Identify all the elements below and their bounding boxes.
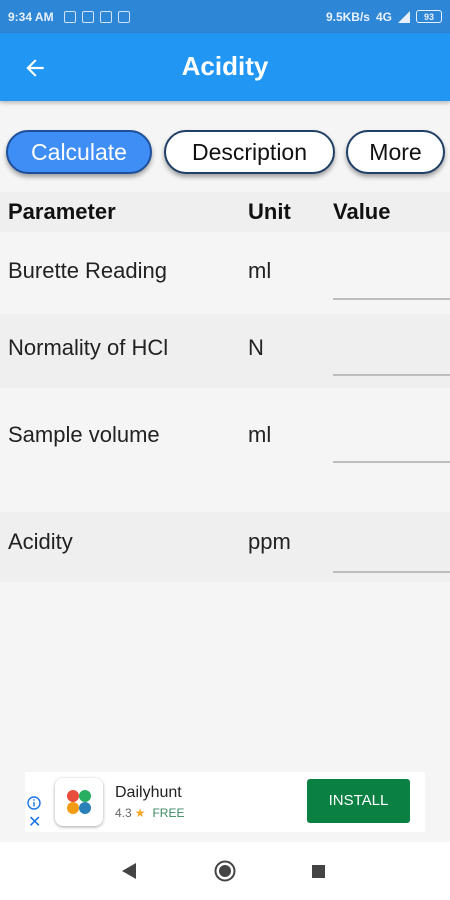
network-type: 4G	[375, 9, 392, 24]
table-header: Parameter Unit Value	[0, 192, 450, 232]
battery-level: 93	[423, 12, 434, 22]
ad-info-icon[interactable]	[27, 796, 41, 810]
acidity-result-field[interactable]	[333, 534, 450, 566]
parameter-label: Burette Reading	[8, 258, 167, 283]
notification-icon	[81, 10, 94, 23]
header-value: Value	[333, 199, 391, 224]
signal-icon	[398, 10, 410, 23]
star-icon: ★	[134, 806, 146, 820]
tab-more[interactable]: More	[346, 130, 445, 174]
input-underline	[333, 571, 450, 573]
unit-label: N	[248, 335, 264, 360]
nav-home-icon[interactable]	[214, 860, 236, 882]
ad-price: FREE	[152, 806, 185, 820]
table-row: Burette Reading ml	[0, 232, 450, 314]
ad-rating-value: 4.3	[115, 806, 132, 820]
system-nav-bar	[0, 842, 450, 900]
parameter-table: Parameter Unit Value Burette Reading ml …	[0, 192, 450, 582]
status-time: 9:34 AM	[8, 9, 54, 24]
burette-reading-input[interactable]	[333, 262, 450, 294]
notification-icon	[117, 10, 130, 23]
unit-label: ml	[248, 258, 272, 283]
status-right: 9.5KB/s 4G 93	[326, 10, 442, 24]
install-button[interactable]: INSTALL	[307, 779, 410, 823]
normality-hcl-input[interactable]	[333, 338, 450, 370]
battery-icon: 93	[416, 10, 442, 23]
table-row: Acidity ppm	[0, 512, 450, 582]
notification-icon	[63, 10, 76, 23]
ad-close-icon[interactable]: ✕	[28, 815, 41, 831]
input-underline	[333, 461, 450, 463]
tab-description[interactable]: Description	[164, 130, 335, 174]
unit-label: ppm	[248, 529, 291, 554]
tab-bar: Calculate Description More	[6, 130, 450, 178]
nav-recents-icon[interactable]	[312, 865, 325, 878]
input-underline	[333, 298, 450, 300]
ad-banner[interactable]: ✕ Dailyhunt 4.3 ★ FREE INSTALL	[25, 772, 425, 832]
sample-volume-input[interactable]	[333, 426, 450, 458]
ad-rating: 4.3 ★ FREE	[115, 806, 184, 820]
dailyhunt-logo-icon	[55, 778, 103, 826]
header-parameter: Parameter	[8, 199, 116, 224]
notification-icon	[99, 10, 112, 23]
page-title: Acidity	[181, 51, 269, 81]
input-underline	[333, 374, 450, 376]
parameter-label: Normality of HCl	[8, 335, 169, 360]
nav-back-icon[interactable]	[122, 863, 136, 879]
table-row: Sample volume ml	[0, 388, 450, 512]
ad-app-name: Dailyhunt	[115, 784, 182, 801]
status-bar: 9:34 AM 9.5KB/s 4G 93	[0, 0, 450, 33]
tab-calculate[interactable]: Calculate	[6, 130, 152, 174]
app-bar: Acidity	[0, 33, 450, 101]
header-unit: Unit	[248, 199, 291, 224]
parameter-label: Sample volume	[8, 422, 160, 447]
parameter-label: Acidity	[8, 529, 73, 554]
unit-label: ml	[248, 422, 272, 447]
table-row: Normality of HCl N	[0, 314, 450, 388]
network-speed: 9.5KB/s	[325, 9, 370, 24]
